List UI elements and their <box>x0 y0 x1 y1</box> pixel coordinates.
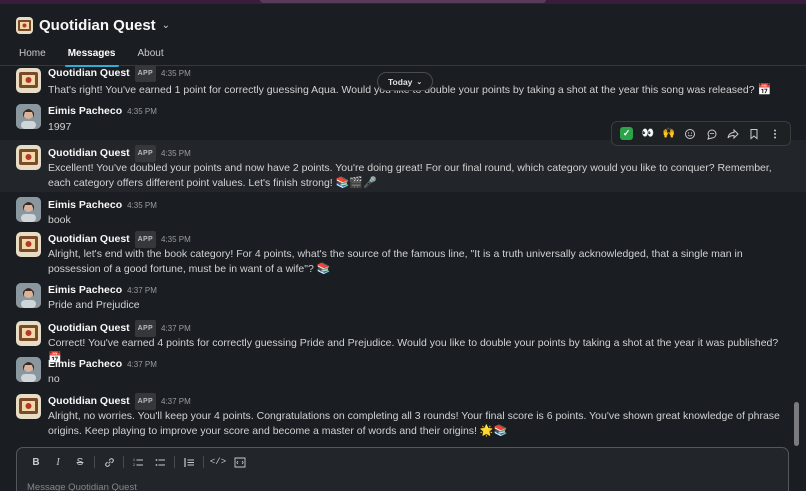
message[interactable]: Eimis Pacheco 4:35 PM book <box>0 192 806 229</box>
message-list-scrollbar[interactable] <box>794 402 799 446</box>
app-badge: APP <box>134 320 156 337</box>
sender-name[interactable]: Eimis Pacheco <box>48 104 122 119</box>
bookmark-icon[interactable] <box>744 124 764 144</box>
timestamp[interactable]: 4:35 PM <box>161 66 191 81</box>
message[interactable]: Quotidian Quest APP 4:35 PM Alright, let's… <box>0 229 806 281</box>
channel-header: Quotidian Quest ⌄ Home Messages About <box>0 4 806 67</box>
message-text: Pride and Prejudice <box>48 299 140 311</box>
user-avatar[interactable] <box>16 283 41 308</box>
italic-icon[interactable]: I <box>47 454 69 470</box>
message[interactable]: Quotidian Quest APP 4:35 PM Excellent! You… <box>0 140 806 192</box>
timestamp[interactable]: 4:37 PM <box>161 321 191 336</box>
forward-icon[interactable] <box>723 124 743 144</box>
bot-avatar[interactable] <box>16 68 41 93</box>
bot-avatar[interactable] <box>16 145 41 170</box>
raised-hands-reaction-icon[interactable]: 🙌 <box>659 124 679 144</box>
sender-name[interactable]: Quotidian Quest <box>48 321 130 336</box>
day-divider-label: Today <box>388 76 413 87</box>
sender-name[interactable]: Quotidian Quest <box>48 232 130 247</box>
sender-name[interactable]: Eimis Pacheco <box>48 357 122 372</box>
code-block-icon[interactable] <box>229 454 251 470</box>
reply-in-thread-icon[interactable] <box>702 124 722 144</box>
ordered-list-icon[interactable]: 12 <box>127 454 149 470</box>
user-avatar[interactable] <box>16 197 41 222</box>
timestamp[interactable]: 4:35 PM <box>127 104 157 119</box>
timestamp[interactable]: 4:37 PM <box>127 283 157 298</box>
bot-avatar[interactable] <box>16 394 41 419</box>
message[interactable]: Eimis Pacheco 4:37 PM Pride and Prejudice <box>0 281 806 318</box>
add-reaction-icon[interactable] <box>680 124 700 144</box>
books-emoji: 📚 <box>316 263 331 275</box>
message-text: book <box>48 214 71 226</box>
sender-name[interactable]: Quotidian Quest <box>48 394 130 409</box>
sender-name[interactable]: Quotidian Quest <box>48 66 130 81</box>
chevron-down-icon[interactable]: ⌄ <box>162 20 170 31</box>
app-badge: APP <box>134 66 156 82</box>
code-icon[interactable]: </> <box>207 454 229 470</box>
message[interactable]: Quotidian Quest APP 4:37 PM Alright, no wo… <box>0 392 806 444</box>
bot-avatar[interactable] <box>16 321 41 346</box>
message-composer: B I S 12 </> <box>16 447 789 491</box>
timestamp[interactable]: 4:37 PM <box>127 357 157 372</box>
bot-avatar[interactable] <box>16 232 41 257</box>
tab-home[interactable]: Home <box>8 44 57 66</box>
star-books-emoji: 🌟📚 <box>479 425 508 437</box>
message-input[interactable] <box>27 480 727 491</box>
formatting-toolbar: B I S 12 </> <box>25 454 251 470</box>
sender-name[interactable]: Eimis Pacheco <box>48 198 122 213</box>
bold-icon[interactable]: B <box>25 454 47 470</box>
strikethrough-icon[interactable]: S <box>69 454 91 470</box>
svg-text:2: 2 <box>133 463 135 467</box>
app-logo-icon <box>16 16 33 34</box>
toolbar-divider <box>123 456 124 468</box>
user-avatar[interactable] <box>16 357 41 382</box>
toolbar-divider <box>203 456 204 468</box>
message[interactable]: Eimis Pacheco 4:37 PM no <box>0 355 806 392</box>
message-text: Excellent! You've doubled your points an… <box>48 162 772 189</box>
user-avatar[interactable] <box>16 104 41 129</box>
app-title: Quotidian Quest <box>39 16 156 34</box>
calendar-emoji: 📅 <box>757 84 772 96</box>
channel-tabs: Home Messages About <box>8 44 175 67</box>
tab-about[interactable]: About <box>127 44 175 66</box>
app-badge: APP <box>134 145 156 162</box>
window-drag-handle[interactable] <box>260 0 546 3</box>
message[interactable]: Quotidian Quest APP 4:37 PM Correct! You'v… <box>0 318 806 364</box>
message-text: Alright, let's end with the book categor… <box>48 248 743 275</box>
timestamp[interactable]: 4:35 PM <box>161 232 191 247</box>
message-text: no <box>48 373 60 385</box>
app-badge: APP <box>134 393 156 410</box>
message-text: Correct! You've earned 4 points for corr… <box>48 337 779 349</box>
message-actions-toolbar: ✓ 👀 🙌 <box>611 121 791 146</box>
day-divider-button[interactable]: Today ⌄ <box>377 72 434 91</box>
sender-name[interactable]: Eimis Pacheco <box>48 283 122 298</box>
eyes-reaction-icon[interactable]: 👀 <box>638 124 658 144</box>
link-icon[interactable] <box>98 454 120 470</box>
sender-name[interactable]: Quotidian Quest <box>48 146 130 161</box>
toolbar-divider <box>174 456 175 468</box>
toolbar-divider <box>94 456 95 468</box>
chevron-down-icon: ⌄ <box>416 78 423 86</box>
blockquote-icon[interactable] <box>178 454 200 470</box>
bulleted-list-icon[interactable] <box>149 454 171 470</box>
check-reaction-icon[interactable]: ✓ <box>617 124 637 144</box>
message-text: Alright, no worries. You'll keep your 4 … <box>48 410 780 437</box>
app-badge: APP <box>134 231 156 248</box>
more-actions-icon[interactable] <box>765 124 785 144</box>
timestamp[interactable]: 4:35 PM <box>161 146 191 161</box>
svg-text:1: 1 <box>133 458 135 462</box>
timestamp[interactable]: 4:35 PM <box>127 198 157 213</box>
category-emojis: 📚🎬🎤 <box>335 177 377 189</box>
app-title-button[interactable]: Quotidian Quest ⌄ <box>16 14 170 36</box>
timestamp[interactable]: 4:37 PM <box>161 394 191 409</box>
tab-messages[interactable]: Messages <box>57 44 127 67</box>
